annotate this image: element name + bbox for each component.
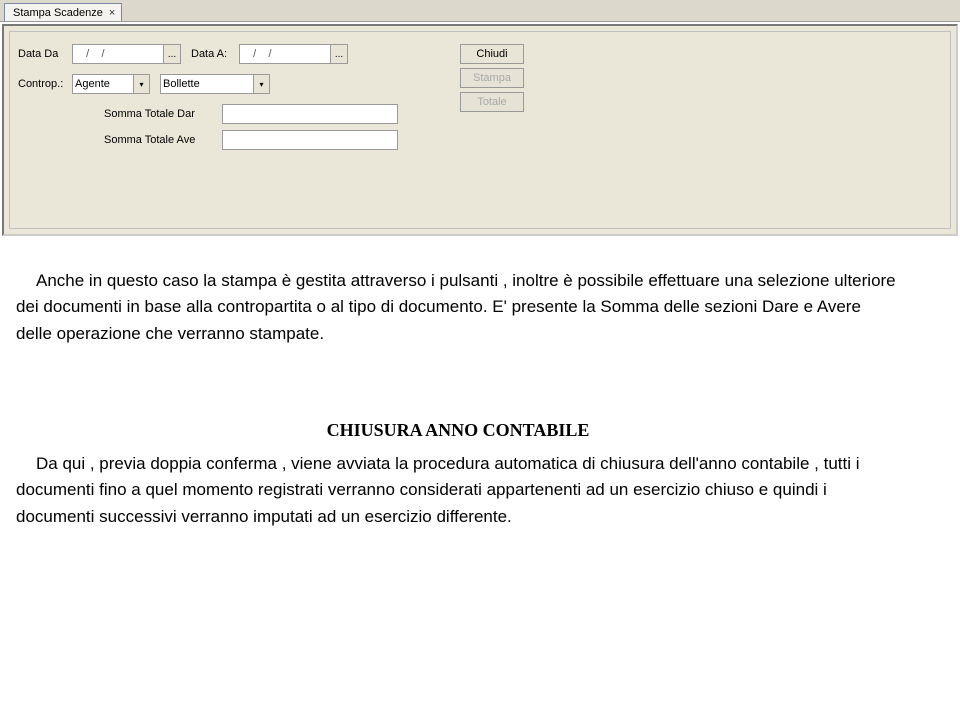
- label-data-da: Data Da: [18, 48, 68, 60]
- tab-strip: Stampa Scadenze ×: [0, 0, 960, 22]
- document-body: Anche in questo caso la stampa è gestita…: [0, 236, 960, 530]
- label-somma-avere: Somma Totale Ave: [104, 134, 222, 146]
- combo-agente-value: Agente: [75, 78, 110, 90]
- somma-dare-value: [222, 104, 398, 124]
- combo-agente[interactable]: Agente ▾: [72, 74, 150, 94]
- dialog-frame: Data Da ... Data A: ... Controp.: Agente…: [9, 31, 951, 229]
- somma-avere-value: [222, 130, 398, 150]
- dialog-outer: Data Da ... Data A: ... Controp.: Agente…: [2, 24, 958, 236]
- label-controp: Controp.:: [18, 78, 68, 90]
- data-a-picker-button[interactable]: ...: [330, 44, 348, 64]
- chevron-down-icon: ▾: [253, 75, 269, 93]
- tab-stampa-scadenze[interactable]: Stampa Scadenze ×: [4, 3, 122, 21]
- chevron-down-icon: ▾: [133, 75, 149, 93]
- data-da-picker-button[interactable]: ...: [163, 44, 181, 64]
- totale-button[interactable]: Totale: [460, 92, 524, 112]
- somma-avere-row: Somma Totale Ave: [104, 130, 942, 150]
- chiudi-button[interactable]: Chiudi: [460, 44, 524, 64]
- combo-bollette[interactable]: Bollette ▾: [160, 74, 270, 94]
- button-column: Chiudi Stampa Totale: [460, 44, 524, 112]
- label-data-a: Data A:: [191, 48, 235, 60]
- paragraph-1: Anche in questo caso la stampa è gestita…: [16, 268, 900, 347]
- stampa-button[interactable]: Stampa: [460, 68, 524, 88]
- label-somma-dare: Somma Totale Dar: [104, 108, 222, 120]
- heading-chiusura: CHIUSURA ANNO CONTABILE: [16, 417, 900, 445]
- data-a-input[interactable]: [239, 44, 331, 64]
- combo-bollette-value: Bollette: [163, 78, 200, 90]
- paragraph-2: Da qui , previa doppia conferma , viene …: [16, 451, 900, 530]
- close-icon[interactable]: ×: [109, 7, 115, 19]
- tab-title: Stampa Scadenze: [13, 7, 103, 19]
- data-da-input[interactable]: [72, 44, 164, 64]
